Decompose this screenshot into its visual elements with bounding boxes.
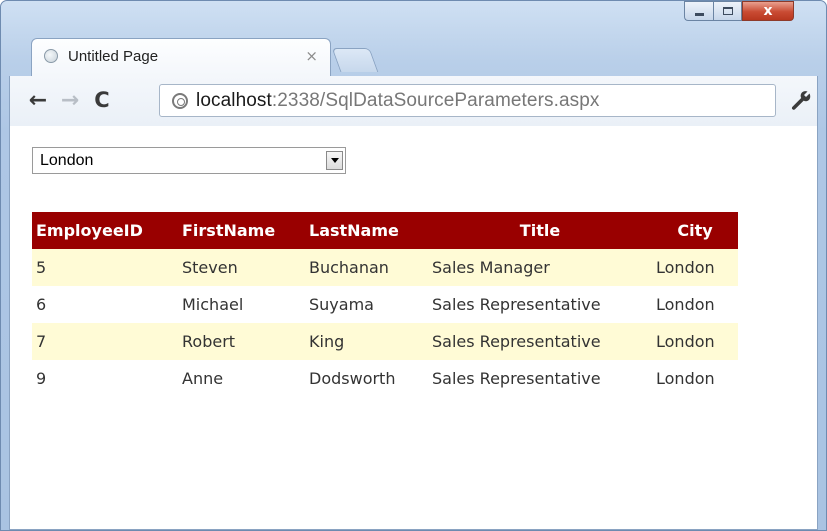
table-cell: Sales Manager [428, 249, 652, 286]
toolbar: ← → C localhost:2338/SqlDataSourceParame… [9, 76, 818, 126]
back-button[interactable]: ← [24, 84, 52, 116]
page-content: London EmployeeID FirstName LastName Tit… [9, 126, 818, 530]
table-cell: Sales Representative [432, 295, 601, 314]
wrench-icon[interactable] [789, 88, 813, 112]
table-cell: Anne [182, 369, 224, 388]
employees-table: EmployeeID FirstName LastName Title City… [32, 212, 738, 397]
table-cell: Michael [182, 295, 244, 314]
table-cell: Dodsworth [309, 369, 396, 388]
minimize-icon [694, 12, 704, 16]
chevron-down-icon [330, 158, 339, 163]
table-cell: 5 [32, 249, 178, 286]
reload-button[interactable]: C [88, 84, 116, 116]
globe-icon [44, 49, 58, 63]
table-cell: King [305, 323, 428, 360]
dropdown-arrow-button[interactable] [326, 151, 343, 170]
minimize-button[interactable] [684, 1, 713, 21]
address-bar[interactable]: localhost:2338/SqlDataSourceParameters.a… [159, 84, 776, 117]
url-path: :2338/SqlDataSourceParameters.aspx [271, 90, 600, 111]
table-row: 7 Robert King Sales Representative Londo… [32, 323, 738, 360]
close-icon: x [763, 3, 773, 19]
table-cell: Sales Representative [428, 323, 652, 360]
maximize-icon [722, 7, 733, 15]
column-header: LastName [305, 212, 428, 249]
city-dropdown-value: London [40, 152, 94, 169]
browser-window: x Untitled Page × ← → C localhost:2338/S… [0, 0, 827, 531]
table-cell: London [656, 295, 715, 314]
table-cell: London [652, 249, 738, 286]
table-cell: Suyama [309, 295, 374, 314]
city-dropdown[interactable]: London [32, 147, 346, 174]
column-header: FirstName [178, 212, 305, 249]
maximize-button[interactable] [713, 1, 742, 21]
table-header-row: EmployeeID FirstName LastName Title City [32, 212, 738, 249]
page-info-icon[interactable] [172, 93, 188, 109]
table-cell: 9 [36, 369, 47, 388]
tab-title: Untitled Page [68, 48, 159, 65]
column-header: EmployeeID [32, 212, 178, 249]
new-tab-button[interactable] [331, 48, 379, 72]
table-row: 5 Steven Buchanan Sales Manager London [32, 249, 738, 286]
url-host: localhost [196, 90, 272, 111]
url-text: localhost:2338/SqlDataSourceParameters.a… [196, 90, 600, 112]
reload-icon: C [94, 88, 110, 112]
table-cell: Steven [178, 249, 305, 286]
forward-arrow-icon: → [60, 87, 80, 113]
table-row: 6 Michael Suyama Sales Representative Lo… [32, 286, 738, 323]
table-cell: London [656, 369, 715, 388]
tab-untitled-page[interactable]: Untitled Page × [31, 38, 331, 76]
column-header: Title [428, 212, 652, 249]
table-cell: 7 [32, 323, 178, 360]
tab-close-icon[interactable]: × [305, 47, 318, 65]
forward-button[interactable]: → [56, 84, 84, 116]
column-header: City [652, 212, 738, 249]
table-cell: London [652, 323, 738, 360]
back-arrow-icon: ← [28, 87, 48, 113]
close-window-button[interactable]: x [742, 1, 794, 21]
table-cell: 6 [36, 295, 47, 314]
table-cell: Buchanan [305, 249, 428, 286]
table-row: 9 Anne Dodsworth Sales Representative Lo… [32, 360, 738, 397]
table-cell: Sales Representative [432, 369, 601, 388]
table-cell: Robert [178, 323, 305, 360]
